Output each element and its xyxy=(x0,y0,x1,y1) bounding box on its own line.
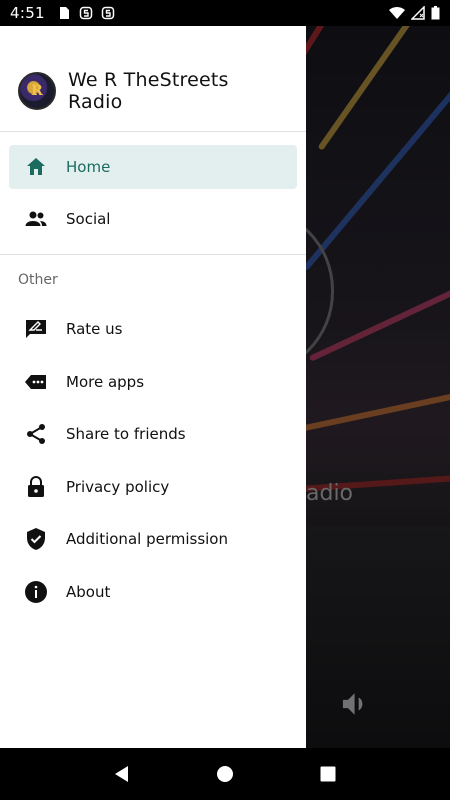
menu-item-label: About xyxy=(66,582,111,601)
section-title-other: Other xyxy=(18,272,58,288)
menu-item-label: Home xyxy=(66,158,111,176)
menu-item-share[interactable]: Share to friends xyxy=(9,412,297,456)
share-icon xyxy=(24,422,48,446)
battery-icon xyxy=(431,6,440,20)
app-name: We R TheStreets Radio xyxy=(68,69,229,113)
status-time: 4:51 xyxy=(10,4,45,22)
navigation-drawer: R We R TheStreets Radio Home Social Othe… xyxy=(0,26,306,748)
menu-item-label: Share to friends xyxy=(66,425,186,443)
menu-item-additional-permission[interactable]: Additional permission xyxy=(9,517,297,561)
recents-button[interactable] xyxy=(316,762,340,786)
notification-s-icon xyxy=(79,6,93,20)
home-icon xyxy=(24,155,48,179)
drawer-header: R We R TheStreets Radio xyxy=(0,26,306,132)
home-circle-icon xyxy=(216,766,233,782)
cell-signal-icon xyxy=(411,6,425,20)
menu-item-label: Rate us xyxy=(66,320,123,338)
app-logo: R xyxy=(18,72,56,110)
home-button[interactable] xyxy=(213,762,237,786)
menu-item-home[interactable]: Home xyxy=(9,145,297,189)
notification-s-icon xyxy=(101,6,115,20)
menu-item-label: Social xyxy=(66,210,111,228)
recents-icon xyxy=(320,766,336,782)
rate-icon xyxy=(24,317,48,341)
menu-item-label: Additional permission xyxy=(66,530,228,548)
other-menu: Rate us More apps Share to friends Priva… xyxy=(0,303,306,614)
people-icon xyxy=(24,207,48,231)
menu-item-social[interactable]: Social xyxy=(9,197,297,241)
shield-check-icon xyxy=(24,527,48,551)
wifi-icon xyxy=(389,6,405,20)
menu-item-more-apps[interactable]: More apps xyxy=(9,360,297,404)
lock-icon xyxy=(24,475,48,499)
more-apps-icon xyxy=(24,370,48,394)
menu-item-label: More apps xyxy=(66,372,145,391)
back-icon xyxy=(114,766,128,782)
sd-card-icon xyxy=(59,7,69,19)
back-button[interactable] xyxy=(110,762,134,786)
menu-item-rate-us[interactable]: Rate us xyxy=(9,307,297,351)
menu-item-about[interactable]: About xyxy=(9,570,297,614)
menu-item-privacy-policy[interactable]: Privacy policy xyxy=(9,465,297,509)
logo-letter: R xyxy=(31,83,43,99)
menu-item-label: Privacy policy xyxy=(66,477,170,496)
main-menu: Home Social xyxy=(0,132,306,241)
system-nav-bar xyxy=(0,748,450,800)
info-icon xyxy=(24,580,48,604)
status-bar: 4:51 xyxy=(0,0,450,26)
